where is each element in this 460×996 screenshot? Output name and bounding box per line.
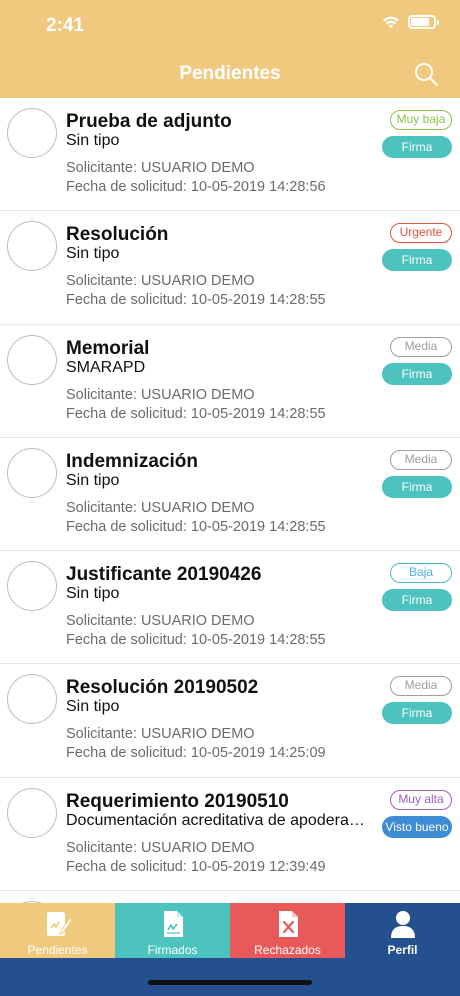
item-requester: Solicitante: USUARIO DEMO: [66, 386, 255, 403]
item-requester: Solicitante: USUARIO DEMO: [66, 160, 255, 176]
item-requester: Solicitante: USUARIO DEMO: [66, 726, 255, 743]
list-item[interactable]: Resolución 20190502 Sin tipo Solicitante…: [0, 664, 460, 778]
avatar: [7, 674, 57, 725]
signed-document-icon: [163, 911, 183, 937]
list-item[interactable]: Indemnización Sin tipo Solicitante: USUA…: [0, 437, 460, 552]
priority-badge: Muy baja: [390, 110, 452, 130]
status-icons: [382, 15, 439, 29]
action-badge[interactable]: Firma: [382, 702, 452, 725]
page-title: Pendientes: [179, 63, 281, 84]
item-requester: Solicitante: USUARIO DEMO: [66, 273, 255, 290]
item-title: Requerimiento 20190510: [66, 790, 289, 812]
list-item[interactable]: Requerimiento 20190510 Documentación acr…: [0, 777, 460, 892]
item-title: Justificante 20190426: [66, 564, 262, 586]
priority-badge: Media: [390, 336, 452, 357]
item-title: Indemnización: [66, 450, 198, 472]
priority-badge: Muy alta: [390, 789, 452, 810]
action-badge[interactable]: Firma: [382, 249, 452, 272]
item-requester: Solicitante: USUARIO DEMO: [66, 499, 255, 516]
action-badge[interactable]: Firma: [382, 362, 452, 385]
tab-perfil[interactable]: Perfil: [345, 903, 460, 958]
item-date: Fecha de solicitud: 10-05-2019 14:28:55: [66, 405, 326, 422]
priority-badge: Media: [390, 449, 452, 470]
item-date: Fecha de solicitud: 10-05-2019 12:39:49: [66, 858, 326, 875]
avatar: [7, 221, 57, 272]
tab-pendientes[interactable]: Pendientes: [0, 903, 115, 958]
list-item[interactable]: Prueba de adjunto Sin tipo Solicitante: …: [0, 98, 460, 212]
item-date: Fecha de solicitud: 10-05-2019 14:28:55: [66, 518, 326, 535]
list-item[interactable]: Memorial SMARAPD Solicitante: USUARIO DE…: [0, 324, 460, 438]
item-subtitle: Sin tipo: [66, 585, 120, 603]
avatar: [7, 447, 57, 498]
avatar: [7, 561, 57, 612]
request-list: Prueba de adjunto Sin tipo Solicitante: …: [0, 98, 460, 952]
item-requester: Solicitante: USUARIO DEMO: [66, 839, 255, 856]
item-date: Fecha de solicitud: 10-05-2019 14:28:56: [66, 179, 326, 195]
app-header: 2:41 Pendientes: [0, 0, 460, 98]
item-title: Prueba de adjunto: [66, 111, 232, 132]
item-date: Fecha de solicitud: 10-05-2019 14:25:09: [66, 745, 326, 762]
battery-icon: [408, 15, 439, 29]
tab-rechazados[interactable]: Rechazados: [230, 903, 345, 958]
item-subtitle: Sin tipo: [66, 132, 120, 149]
home-area: [0, 958, 460, 996]
priority-badge: Media: [390, 676, 452, 697]
action-badge[interactable]: Visto bueno: [382, 815, 452, 838]
search-icon: [415, 63, 439, 87]
avatar: [7, 787, 57, 838]
avatar: [7, 108, 57, 158]
search-button[interactable]: [412, 60, 440, 88]
item-date: Fecha de solicitud: 10-05-2019 14:28:55: [66, 292, 326, 309]
avatar: [7, 334, 57, 385]
action-badge[interactable]: Firma: [382, 136, 452, 158]
item-subtitle: Sin tipo: [66, 471, 120, 489]
action-badge[interactable]: Firma: [382, 475, 452, 498]
item-subtitle: SMARAPD: [66, 358, 146, 376]
list-item[interactable]: Resolución Sin tipo Solicitante: USUARIO…: [0, 211, 460, 325]
item-subtitle: Documentación acreditativa de apoderamie…: [66, 811, 378, 829]
item-title: Resolución 20190502: [66, 677, 259, 699]
action-badge[interactable]: Firma: [382, 589, 452, 612]
status-time: 2:41: [46, 15, 85, 36]
item-subtitle: Sin tipo: [66, 245, 120, 263]
list-item[interactable]: Justificante 20190426 Sin tipo Solicitan…: [0, 551, 460, 665]
wifi-icon: [383, 16, 399, 28]
item-title: Resolución: [66, 224, 169, 246]
priority-badge: Urgente: [390, 223, 452, 244]
item-requester: Solicitante: USUARIO DEMO: [66, 613, 255, 630]
tab-bar: Pendientes Firmados Rechazados Perfil: [0, 903, 460, 958]
user-icon: [390, 911, 415, 938]
item-date: Fecha de solicitud: 10-05-2019 14:28:55: [66, 632, 326, 649]
home-indicator[interactable]: [148, 980, 312, 985]
tab-label: Perfil: [387, 943, 418, 957]
tab-label: Firmados: [147, 943, 198, 957]
item-subtitle: Sin tipo: [66, 698, 120, 716]
tab-firmados[interactable]: Firmados: [115, 903, 230, 958]
tab-label: Rechazados: [254, 943, 321, 957]
rejected-document-icon: [278, 911, 298, 937]
priority-badge: Baja: [390, 563, 452, 584]
item-title: Memorial: [66, 337, 150, 359]
sign-document-icon: [46, 912, 73, 936]
tab-label: Pendientes: [27, 943, 88, 957]
